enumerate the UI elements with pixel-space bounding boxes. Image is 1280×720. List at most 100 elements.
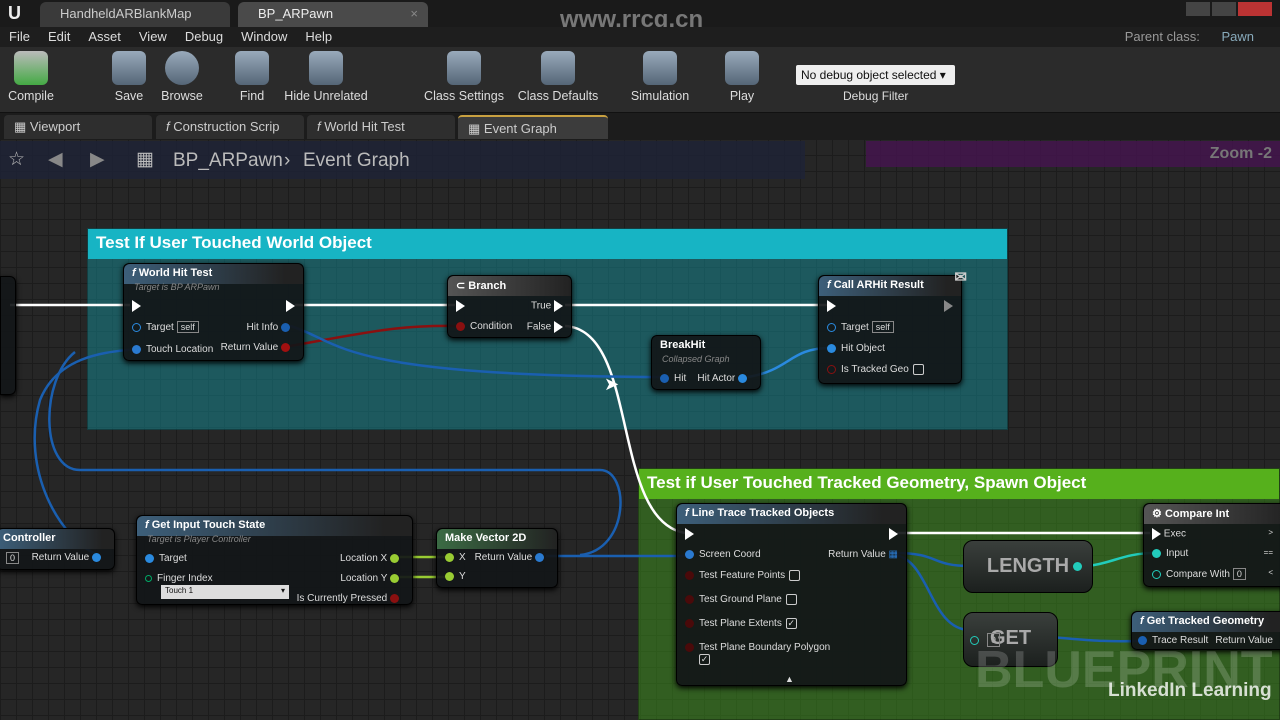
plane-extents-checkbox[interactable]: ✓	[785, 618, 797, 629]
object-pin[interactable]	[827, 322, 836, 332]
pin-label: Location Y	[340, 573, 388, 584]
exec-true-pin[interactable]	[554, 300, 563, 312]
branch-icon: ⊂	[456, 280, 466, 292]
int-pin[interactable]	[1152, 548, 1161, 558]
macro-icon: ⚙	[1152, 508, 1162, 520]
linkedin-learning-logo: LinkedIn Learning	[1108, 680, 1272, 701]
enum-pin[interactable]	[145, 574, 152, 582]
exec-in-pin[interactable]	[827, 300, 836, 312]
node-break-hit[interactable]: BreakHit Collapsed Graph Hit Hit Actor	[651, 335, 761, 390]
node-title: BreakHit	[660, 339, 706, 351]
node-make-vector-2d[interactable]: Make Vector 2D X Y Return Value	[436, 528, 558, 588]
pin-label: Condition	[470, 321, 513, 332]
pin-label: Input	[1166, 548, 1189, 559]
float-pin[interactable]	[445, 552, 454, 562]
bool-pin[interactable]	[685, 619, 694, 628]
object-pin[interactable]	[145, 553, 154, 563]
pin-label: Test Ground Plane	[699, 594, 782, 606]
node-length[interactable]: LENGTH	[963, 540, 1093, 593]
pin-label: Target	[159, 553, 187, 564]
pin-label: Target	[841, 322, 869, 333]
object-wire	[33, 347, 136, 558]
array-pin-icon[interactable]: ▦	[889, 549, 898, 560]
object-pin[interactable]	[827, 343, 836, 353]
pin-label: Hit Object	[841, 343, 885, 354]
vector-pin[interactable]	[535, 552, 544, 562]
bool-pin[interactable]	[685, 571, 694, 580]
pin-label: Is Currently Pressed	[296, 593, 388, 604]
boundary-polygon-checkbox[interactable]: ✓	[699, 654, 710, 665]
struct-pin[interactable]	[281, 322, 290, 332]
node-title: Make Vector 2D	[445, 532, 527, 544]
pin-label: True	[531, 300, 552, 312]
gt-pin[interactable]: >	[1268, 528, 1273, 537]
tracked-geo-checkbox[interactable]	[912, 364, 924, 375]
vector-pin[interactable]	[685, 549, 694, 559]
object-pin[interactable]	[738, 373, 747, 383]
node-title: Get Tracked Geometry	[1146, 615, 1265, 627]
exec-in-pin[interactable]	[132, 300, 141, 312]
exec-out-pin[interactable]	[944, 300, 953, 312]
pin-label: Return Value	[31, 552, 90, 563]
label: Touch 1	[165, 586, 194, 595]
exec-in-pin[interactable]	[456, 300, 465, 312]
compare-with-field[interactable]: 0	[1232, 568, 1246, 580]
pin-label: Y	[459, 571, 466, 582]
exec-in-pin[interactable]	[685, 528, 694, 540]
pin-label: Finger Index	[157, 573, 213, 584]
pin-label: Location X	[339, 553, 388, 564]
node-title: LENGTH	[986, 555, 1070, 577]
node-subtitle: Target is BP ARPawn	[134, 282, 220, 292]
event-node-partial[interactable]	[0, 276, 16, 395]
pin-label: Touch Location	[146, 344, 214, 355]
pin-label: Hit Info	[246, 322, 279, 333]
bool-pin[interactable]	[390, 593, 399, 603]
int-pin[interactable]	[1152, 569, 1161, 579]
node-compare-int[interactable]: ⚙ Compare Int Exec Input Compare With 0 >…	[1143, 503, 1280, 587]
node-title: Branch	[468, 280, 507, 292]
exec-false-pin[interactable]	[554, 321, 563, 333]
bool-pin[interactable]	[281, 342, 290, 352]
node-branch[interactable]: ⊂ Branch Condition True False	[447, 275, 572, 338]
pin-label: Test Feature Points	[699, 570, 786, 582]
pin-label: Return Value	[828, 549, 886, 560]
node-subtitle: Target is Player Controller	[147, 534, 251, 544]
node-get-input-touch-state[interactable]: f Get Input Touch State Target is Player…	[136, 515, 413, 605]
node-title: Call ARHit Result	[833, 279, 924, 291]
pin-label: Screen Coord	[699, 549, 761, 560]
object-pin[interactable]	[132, 322, 141, 332]
bool-pin[interactable]	[456, 321, 465, 331]
node-title: Get Input Touch State	[151, 519, 266, 531]
bool-pin[interactable]	[685, 595, 694, 604]
finger-index-select[interactable]: Touch 1 ▾	[161, 585, 289, 599]
node-controller[interactable]: Controller 0 Return Value	[0, 528, 115, 570]
feature-points-checkbox[interactable]	[789, 570, 801, 581]
exec-out-pin[interactable]	[286, 300, 295, 312]
float-pin[interactable]	[390, 573, 399, 583]
node-world-hit-test[interactable]: f World Hit Test Target is BP ARPawn Tar…	[123, 263, 304, 361]
pin-label: X	[459, 552, 466, 563]
exec-in-pin[interactable]	[1152, 528, 1161, 540]
node-line-trace-tracked-objects[interactable]: f Line Trace Tracked Objects Screen Coor…	[676, 503, 907, 686]
exec-out-pin[interactable]	[889, 528, 898, 540]
int-pin[interactable]	[1073, 562, 1082, 571]
vector-pin[interactable]	[132, 344, 141, 354]
node-subtitle: Collapsed Graph	[662, 354, 730, 364]
pin-label: Exec	[1163, 528, 1187, 540]
index-field[interactable]: 0	[6, 552, 20, 564]
message-icon: ✉	[954, 269, 967, 286]
lt-pin[interactable]: <	[1268, 568, 1273, 577]
eq-pin[interactable]: ==	[1264, 548, 1273, 557]
pin-label: Compare With	[1166, 569, 1230, 580]
collapse-arrow-icon[interactable]: ▲	[785, 674, 794, 684]
self-field: self	[176, 321, 199, 333]
pin-label: Is Tracked Geo	[841, 364, 909, 376]
ground-plane-checkbox[interactable]	[785, 594, 797, 605]
bool-pin[interactable]	[685, 642, 694, 652]
struct-pin[interactable]	[660, 373, 669, 383]
float-pin[interactable]	[445, 571, 454, 581]
bool-pin[interactable]	[827, 365, 836, 374]
object-pin[interactable]	[92, 552, 101, 562]
node-call-arhit-result[interactable]: f Call ARHit Result ✉ Target self Hit Obje…	[818, 269, 967, 384]
float-pin[interactable]	[390, 553, 399, 563]
